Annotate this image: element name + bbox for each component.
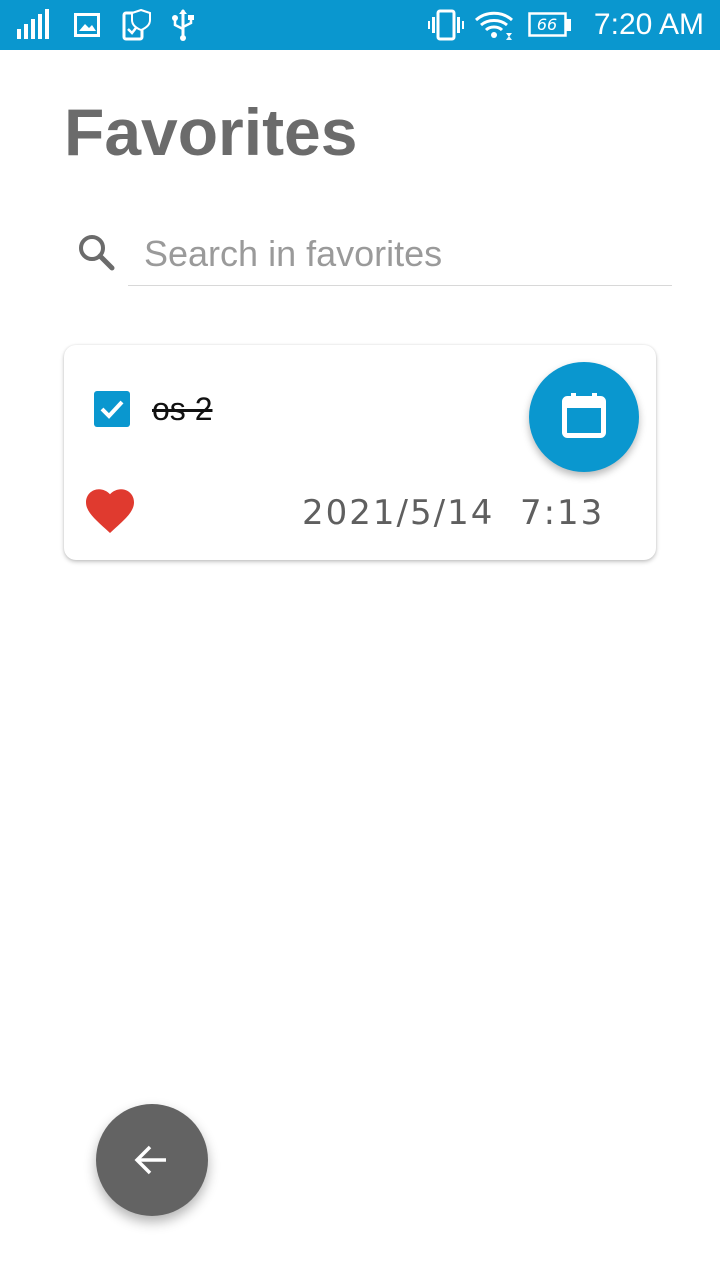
usb-icon [172,9,194,41]
search-icon [79,235,115,271]
status-bar: 66 7:20 AM [0,0,720,50]
back-button[interactable] [96,1104,208,1216]
heart-icon[interactable] [84,485,136,537]
favorite-datetime: 2021/5/14 7:13 [302,493,605,533]
signal-icon [17,9,49,39]
checkmark-icon [100,400,124,419]
battery-icon: 66 [528,12,572,38]
completed-checkbox[interactable] [94,391,130,427]
wifi-icon [474,11,514,40]
favorite-title: os 2 [152,391,213,427]
calendar-button[interactable] [529,362,639,472]
arrow-back-icon [134,1145,166,1175]
security-icon [122,9,151,41]
page-title: Favorites [64,95,358,169]
favorite-card[interactable]: os 2 2021/5/14 7:13 [64,345,656,560]
search-input[interactable] [128,222,672,286]
battery-level: 66 [536,15,558,34]
image-icon [74,13,100,37]
vibrate-icon [428,9,464,41]
status-time: 7:20 AM [593,8,704,41]
calendar-icon [562,393,606,438]
